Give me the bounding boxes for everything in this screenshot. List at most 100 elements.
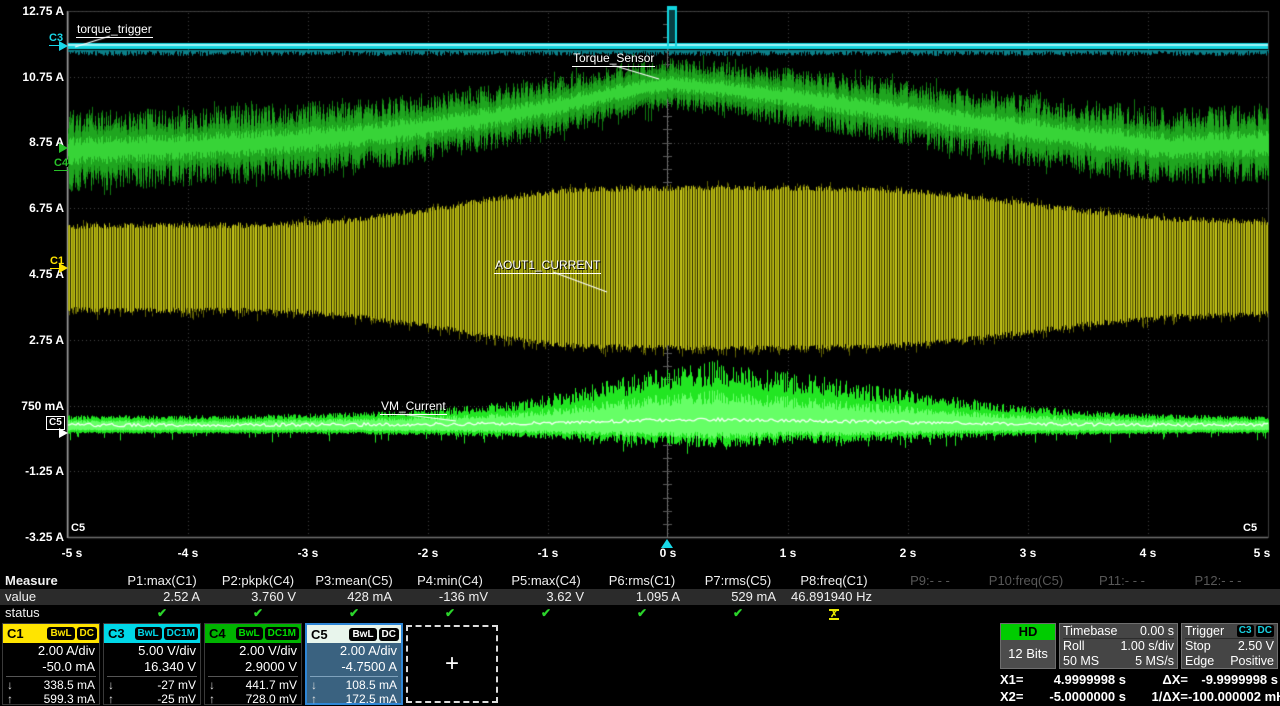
x-axis-label: -5 s <box>62 546 83 560</box>
trace-label-torque-sensor[interactable]: Torque_Sensor <box>572 52 655 67</box>
channel-box-c1[interactable]: C1 BwL DC 2.00 A/div -50.0 mA ↓338.5 mA … <box>2 623 100 705</box>
divider <box>208 676 298 677</box>
y-axis-label: 8.75 A <box>0 134 64 150</box>
channel-header-c1: C1 BwL DC <box>3 624 99 643</box>
arrow-up-icon: ↑ <box>108 692 114 706</box>
channel-min-row: ↓ 441.7 mV <box>205 678 301 692</box>
divider <box>310 676 398 677</box>
channel-marker-c3-arrow-icon[interactable] <box>59 41 68 51</box>
channel-box-c4[interactable]: C4 BwL DC1M 2.00 V/div 2.9000 V ↓ 441.7 m… <box>204 623 302 705</box>
channel-header-c4: C4 BwL DC1M <box>205 624 301 643</box>
channel-box-c3[interactable]: C3 BwL DC1M 5.00 V/div 16.340 V ↓-27 mV … <box>103 623 201 705</box>
x-axis-label: 2 s <box>900 546 917 560</box>
measure-param-p9[interactable]: P9:- - - <box>882 572 978 589</box>
measure-param-p5[interactable]: P5:max(C4) <box>498 572 594 589</box>
measure-status-p7: ✔ <box>690 605 786 622</box>
timebase-mode-row: Roll 1.00 s/div <box>1063 639 1174 654</box>
check-icon: ✔ <box>637 606 647 620</box>
measure-value-p11 <box>1074 589 1170 605</box>
trigger-type-row: Edge Positive <box>1185 654 1274 669</box>
channel-min-value: 441.7 mV <box>246 678 297 692</box>
trigger-mode-row: Stop 2.50 V <box>1185 639 1274 654</box>
oscilloscope-app: 12.75 A 10.75 A 8.75 A 6.75 A 4.75 A 2.7… <box>0 0 1280 706</box>
trigger-position-marker-icon[interactable] <box>661 539 673 548</box>
measure-status-p8: ✗ <box>786 605 882 622</box>
arrow-down-icon: ↓ <box>209 678 215 692</box>
cursor-readout: X1= 4.9999998 s ΔX= -9.9999998 s X2= -5.… <box>1000 671 1278 705</box>
bandwidth-limit-badge: BwL <box>236 627 263 640</box>
channel-scale: 5.00 V/div <box>104 643 200 659</box>
measure-status-p1: ✔ <box>114 605 210 622</box>
scope-display: 12.75 A 10.75 A 8.75 A 6.75 A 4.75 A 2.7… <box>0 0 1280 572</box>
channel-min-value: 338.5 mA <box>44 678 95 692</box>
channel-marker-c4[interactable]: C4 <box>54 158 68 171</box>
trigger-badges: C3 DC <box>1237 624 1274 638</box>
channel-offset: 2.9000 V <box>205 659 301 675</box>
timebase-scale: 1.00 s/div <box>1120 639 1174 654</box>
x-axis-label: 5 s <box>1254 546 1271 560</box>
x-axis-label: 3 s <box>1020 546 1037 560</box>
x-axis-label: 1 s <box>780 546 797 560</box>
measure-param-p12[interactable]: P12:- - - <box>1170 572 1266 589</box>
timebase-panel[interactable]: Timebase 0.00 s Roll 1.00 s/div 50 MS 5 … <box>1059 623 1178 669</box>
channel-min-row: ↓-27 mV <box>104 678 200 692</box>
measure-param-p1[interactable]: P1:max(C1) <box>114 572 210 589</box>
trace-label-aout1-current[interactable]: AOUT1_CURRENT <box>494 259 601 274</box>
channel-scale: 2.00 V/div <box>205 643 301 659</box>
channel-marker-c5-arrow-icon[interactable] <box>59 428 68 438</box>
measure-param-p4[interactable]: P4:min(C4) <box>402 572 498 589</box>
channel-marker-c1-arrow-icon[interactable] <box>59 263 68 273</box>
acquisition-boxes: HD 12 Bits Timebase 0.00 s Roll 1.00 s/d… <box>1000 623 1278 669</box>
channel-id: C5 <box>309 627 328 642</box>
coupling-badge: DC <box>77 627 97 640</box>
measure-param-p7[interactable]: P7:rms(C5) <box>690 572 786 589</box>
measure-param-p10[interactable]: P10:freq(C5) <box>978 572 1074 589</box>
measure-status-p4: ✔ <box>402 605 498 622</box>
measure-param-p6[interactable]: P6:rms(C1) <box>594 572 690 589</box>
timebase-rate: 5 MS/s <box>1135 654 1174 669</box>
dx-value: -9.9999998 s <box>1188 671 1278 688</box>
timebase-mode: Roll <box>1063 639 1085 654</box>
measure-param-p11[interactable]: P11:- - - <box>1074 572 1170 589</box>
coupling-badge: DC1M <box>164 627 198 640</box>
check-icon: ✔ <box>349 606 359 620</box>
divider <box>6 676 96 677</box>
y-axis-label: 12.75 A <box>0 3 64 19</box>
measure-param-p2[interactable]: P2:pkpk(C4) <box>210 572 306 589</box>
channel-min-value: -27 mV <box>157 678 196 692</box>
measure-value-p3: 428 mA <box>306 589 402 605</box>
channel-max-row: ↑728.0 mV <box>205 692 301 706</box>
divider <box>107 676 197 677</box>
channel-scale: 2.00 A/div <box>3 643 99 659</box>
value-row-label: value <box>0 589 114 605</box>
status-row-label: status <box>0 605 114 622</box>
channel-descriptor-row: C1 BwL DC 2.00 A/div -50.0 mA ↓338.5 mA … <box>2 623 403 705</box>
channel-max-row: ↑599.3 mA <box>3 692 99 706</box>
measure-param-p8[interactable]: P8:freq(C1) <box>786 572 882 589</box>
inv-dx-label: 1/ΔX= <box>1126 688 1188 705</box>
bandwidth-limit-badge: BwL <box>135 627 162 640</box>
channel-marker-c4-arrow-icon[interactable] <box>59 143 68 153</box>
check-icon: ✔ <box>733 606 743 620</box>
plus-icon: + <box>445 650 459 678</box>
measure-value-row: value 2.52 A 3.760 V 428 mA -136 mV 3.62… <box>0 589 1280 605</box>
add-trace-button[interactable]: + <box>406 625 498 703</box>
trace-label-torque-trigger[interactable]: torque_trigger <box>76 23 153 38</box>
arrow-down-icon: ↓ <box>311 678 317 692</box>
channel-box-c5-selected[interactable]: C5 BwL DC 2.00 A/div -4.7500 A ↓108.5 mA… <box>305 623 403 705</box>
channel-max-row: ↑172.5 mA <box>307 692 401 706</box>
check-icon: ✔ <box>157 606 167 620</box>
arrow-up-icon: ↑ <box>209 692 215 706</box>
trace-label-vm-current[interactable]: VM_Current <box>380 400 447 415</box>
bottom-dashboard: C1 BwL DC 2.00 A/div -50.0 mA ↓338.5 mA … <box>0 622 1280 706</box>
check-icon: ✔ <box>445 606 455 620</box>
measure-value-p2: 3.760 V <box>210 589 306 605</box>
hd-indicator[interactable]: HD 12 Bits <box>1000 623 1056 669</box>
check-icon: ✔ <box>541 606 551 620</box>
x-axis-label: -4 s <box>178 546 199 560</box>
waveform-canvas[interactable] <box>0 0 1280 572</box>
trigger-panel[interactable]: Trigger C3 DC Stop 2.50 V Edge Positive <box>1181 623 1278 669</box>
channel-min-row: ↓108.5 mA <box>307 678 401 692</box>
measure-param-p3[interactable]: P3:mean(C5) <box>306 572 402 589</box>
arrow-up-icon: ↑ <box>7 692 13 706</box>
